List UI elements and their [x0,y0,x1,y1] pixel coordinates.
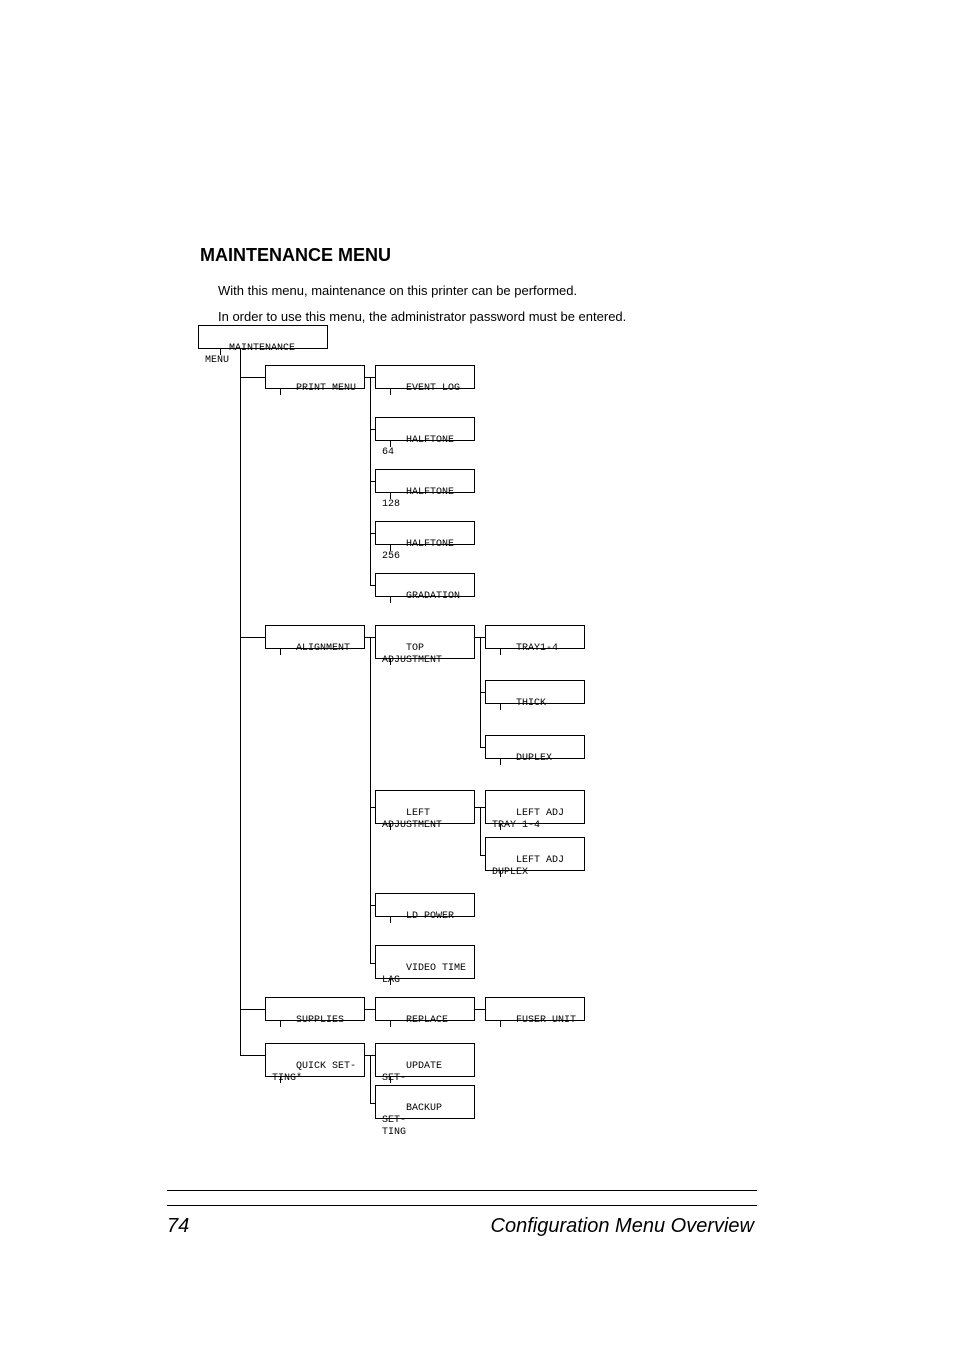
menu-update-setting: UPDATE SET- TING [375,1043,475,1077]
connector [390,824,391,830]
menu-print-menu: PRINT MENU [265,365,365,389]
menu-event-log: EVENT LOG [375,365,475,389]
connector [475,1009,485,1010]
menu-halftone-128-label: HALFTONE 128 [382,487,460,510]
connector [390,917,391,923]
menu-root: MAINTENANCE MENU [198,325,328,349]
menu-thick-label: THICK [516,698,546,709]
menu-fuser-unit: FUSER UNIT [485,997,585,1021]
menu-supplies: SUPPLIES [265,997,365,1021]
connector [370,1103,375,1104]
menu-video-time-lag-label: VIDEO TIME LAG [382,963,466,986]
connector [390,493,391,499]
menu-print-menu-label: PRINT MENU [296,383,356,394]
footer-rule [167,1190,757,1191]
connector [240,637,265,638]
menu-fuser-unit-label: FUSER UNIT [516,1015,576,1026]
menu-quick-setting: QUICK SET- TING* [265,1043,365,1077]
connector [370,481,375,482]
connector [390,545,391,551]
connector [500,649,501,655]
connector [390,659,391,665]
connector [370,637,371,963]
connector [365,1009,375,1010]
connector [500,704,501,710]
menu-replace: REPLACE [375,997,475,1021]
menu-halftone-256-label: HALFTONE 256 [382,539,460,562]
connector [390,441,391,447]
connector [500,824,501,830]
intro-text-1: With this menu, maintenance on this prin… [218,281,760,302]
menu-replace-label: REPLACE [406,1015,448,1026]
connector [280,1077,281,1083]
connector [390,1021,391,1027]
menu-left-adj-tray-label: LEFT ADJ TRAY 1-4 [492,808,564,831]
connector [280,649,281,655]
menu-left-adj-duplex-label: LEFT ADJ DUPLEX [492,855,564,878]
page-number: 74 [167,1215,189,1238]
connector [370,533,375,534]
menu-duplex: DUPLEX [485,735,585,759]
connector [370,1055,371,1103]
menu-backup-setting-label: BACKUP SET- TING [382,1103,448,1138]
menu-ld-power-label: LD POWER [406,911,454,922]
connector [280,1021,281,1027]
connector [390,597,391,603]
connector [240,377,265,378]
menu-top-adjustment: TOP ADJUSTMENT [375,625,475,659]
menu-event-log-label: EVENT LOG [406,383,460,394]
menu-halftone-64-label: HALFTONE 64 [382,435,460,458]
menu-quick-setting-label: QUICK SET- TING* [272,1061,356,1084]
connector [240,349,241,1055]
connector [370,905,375,906]
footer-text: Configuration Menu Overview [491,1215,754,1238]
connector [370,585,375,586]
menu-video-time-lag: VIDEO TIME LAG [375,945,475,979]
connector [390,1077,391,1083]
connector [500,1021,501,1027]
menu-top-adjustment-label: TOP ADJUSTMENT [382,643,442,666]
connector [280,389,281,395]
menu-halftone-64: HALFTONE 64 [375,417,475,441]
connector [240,1009,265,1010]
connector [500,759,501,765]
menu-left-adjustment-label: LEFT ADJUSTMENT [382,808,442,831]
menu-thick: THICK [485,680,585,704]
connector [500,871,501,877]
connector [390,979,391,985]
menu-halftone-128: HALFTONE 128 [375,469,475,493]
connector [220,349,221,355]
connector [390,389,391,395]
connector [480,807,481,855]
menu-gradation-label: GRADATION [406,591,460,602]
connector [240,1055,265,1056]
menu-halftone-256: HALFTONE 256 [375,521,475,545]
connector [480,747,485,748]
menu-gradation: GRADATION [375,573,475,597]
menu-left-adj-tray: LEFT ADJ TRAY 1-4 [485,790,585,824]
menu-alignment-label: ALIGNMENT [296,643,350,654]
connector [370,429,375,430]
connector [480,855,485,856]
menu-backup-setting: BACKUP SET- TING [375,1085,475,1119]
menu-left-adjustment: LEFT ADJUSTMENT [375,790,475,824]
section-heading: MAINTENANCE MENU [200,245,760,266]
menu-tray1-4-label: TRAY1-4 [516,643,558,654]
menu-ld-power: LD POWER [375,893,475,917]
connector [480,692,485,693]
menu-supplies-label: SUPPLIES [296,1015,344,1026]
menu-tray1-4: TRAY1-4 [485,625,585,649]
menu-alignment: ALIGNMENT [265,625,365,649]
menu-duplex-label: DUPLEX [516,753,552,764]
footer-rule [167,1205,757,1206]
connector [370,963,375,964]
menu-left-adj-duplex: LEFT ADJ DUPLEX [485,837,585,871]
connector [370,807,375,808]
